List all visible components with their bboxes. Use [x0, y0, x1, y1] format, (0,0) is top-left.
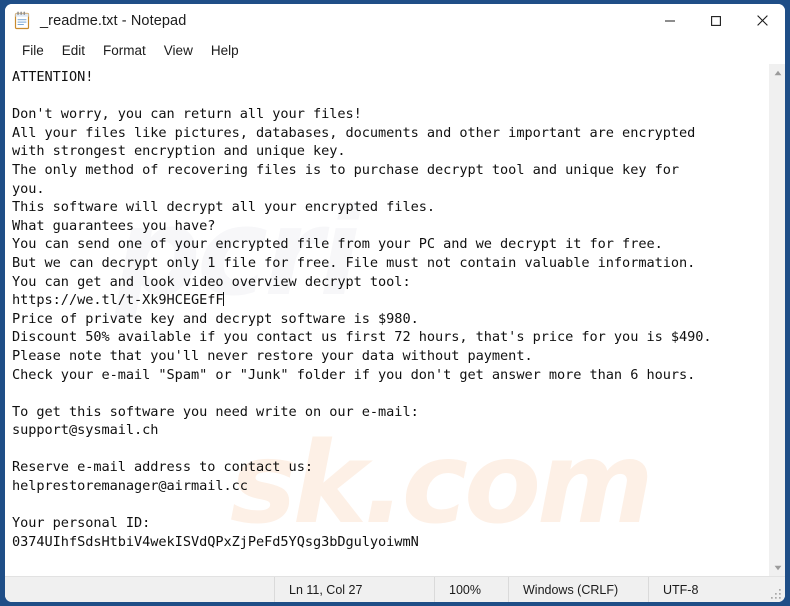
minimize-button[interactable] — [647, 4, 693, 37]
vertical-scrollbar[interactable] — [768, 64, 785, 576]
resize-grip-icon[interactable] — [763, 577, 785, 603]
menu-item-file[interactable]: File — [13, 40, 53, 61]
document-text-after-caret: Price of private key and decrypt softwar… — [12, 310, 712, 550]
window-title: _readme.txt - Notepad — [40, 12, 187, 29]
notepad-window: _readme.txt - Notepad File Edit Format V… — [0, 0, 790, 606]
menu-item-help[interactable]: Help — [202, 40, 248, 61]
document-text-before-caret: ATTENTION! Don't worry, you can return a… — [12, 69, 696, 309]
editor-area: pcri sk.com ATTENTION! Don't worry, you … — [5, 64, 785, 576]
close-button[interactable] — [739, 4, 785, 37]
document-text: ATTENTION! Don't worry, you can return a… — [12, 68, 768, 551]
status-zoom-level[interactable]: 100% — [434, 576, 508, 602]
text-caret — [222, 292, 224, 307]
maximize-button[interactable] — [693, 4, 739, 37]
text-editor[interactable]: pcri sk.com ATTENTION! Don't worry, you … — [5, 64, 768, 576]
menu-bar: File Edit Format View Help — [5, 37, 785, 64]
notepad-icon — [14, 11, 31, 30]
title-bar[interactable]: _readme.txt - Notepad — [5, 4, 785, 37]
title-bar-left: _readme.txt - Notepad — [5, 11, 647, 30]
status-encoding[interactable]: UTF-8 — [648, 576, 763, 602]
window-inner: _readme.txt - Notepad File Edit Format V… — [5, 4, 785, 602]
menu-item-view[interactable]: View — [155, 40, 202, 61]
status-line-ending[interactable]: Windows (CRLF) — [508, 576, 648, 602]
status-bar: Ln 11, Col 27 100% Windows (CRLF) UTF-8 — [5, 576, 785, 602]
scroll-up-icon[interactable] — [769, 64, 785, 81]
menu-item-format[interactable]: Format — [94, 40, 155, 61]
scroll-down-icon[interactable] — [769, 559, 785, 576]
status-cursor-position[interactable]: Ln 11, Col 27 — [274, 576, 434, 602]
menu-item-edit[interactable]: Edit — [53, 40, 94, 61]
